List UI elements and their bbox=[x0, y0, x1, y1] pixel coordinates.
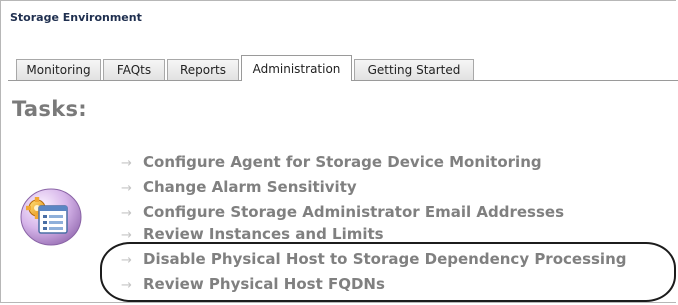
settings-list-icon bbox=[20, 188, 82, 246]
task-configure-admin-email[interactable]: → Configure Storage Administrator Email A… bbox=[121, 202, 564, 222]
arrow-icon: → bbox=[121, 206, 132, 221]
page-title: Storage Environment bbox=[10, 11, 142, 24]
tab-administration[interactable]: Administration bbox=[241, 55, 352, 81]
task-label: Configure Storage Administrator Email Ad… bbox=[143, 203, 565, 221]
arrow-icon: → bbox=[121, 278, 132, 293]
task-label: Review Physical Host FQDNs bbox=[143, 275, 385, 293]
arrow-icon: → bbox=[121, 181, 132, 196]
task-label: Review Instances and Limits bbox=[143, 225, 384, 243]
task-label: Configure Agent for Storage Device Monit… bbox=[143, 153, 542, 171]
task-label: Disable Physical Host to Storage Depende… bbox=[143, 250, 627, 268]
task-configure-agent[interactable]: → Configure Agent for Storage Device Moni… bbox=[121, 152, 542, 172]
tab-monitoring[interactable]: Monitoring bbox=[16, 59, 101, 80]
task-review-instances-limits[interactable]: → Review Instances and Limits bbox=[121, 224, 384, 244]
tab-reports[interactable]: Reports bbox=[167, 59, 239, 80]
tab-getting-started[interactable]: Getting Started bbox=[354, 59, 474, 80]
task-review-host-fqdns[interactable]: → Review Physical Host FQDNs bbox=[121, 274, 385, 294]
task-change-alarm-sensitivity[interactable]: → Change Alarm Sensitivity bbox=[121, 177, 357, 197]
arrow-icon: → bbox=[121, 253, 132, 268]
arrow-icon: → bbox=[121, 228, 132, 243]
tasks-heading: Tasks: bbox=[12, 97, 87, 121]
arrow-icon: → bbox=[121, 156, 132, 171]
task-disable-dependency-processing[interactable]: → Disable Physical Host to Storage Depend… bbox=[121, 249, 627, 269]
task-label: Change Alarm Sensitivity bbox=[143, 178, 357, 196]
tab-faqts[interactable]: FAQts bbox=[103, 59, 165, 80]
